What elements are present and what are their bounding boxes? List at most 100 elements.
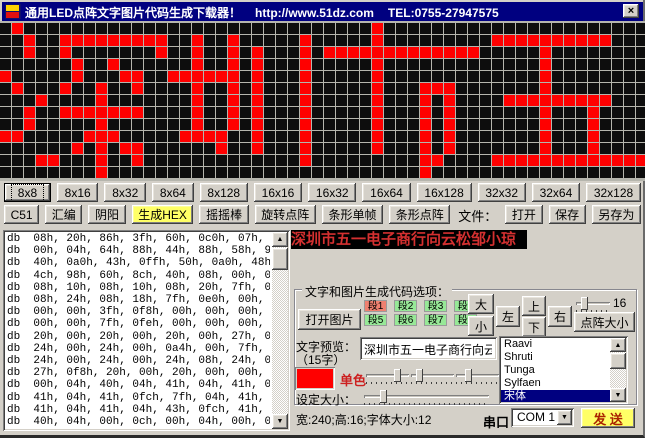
led-cell[interactable] <box>564 83 575 94</box>
led-cell[interactable] <box>444 95 455 106</box>
led-cell[interactable] <box>528 83 539 94</box>
led-cell[interactable] <box>252 83 263 94</box>
led-cell[interactable] <box>348 155 359 166</box>
led-cell[interactable] <box>276 35 287 46</box>
led-cell[interactable] <box>72 95 83 106</box>
led-cell[interactable] <box>432 119 443 130</box>
led-cell[interactable] <box>180 155 191 166</box>
led-cell[interactable] <box>312 71 323 82</box>
led-cell[interactable] <box>564 95 575 106</box>
led-cell[interactable] <box>72 23 83 34</box>
led-cell[interactable] <box>300 59 311 70</box>
led-cell[interactable] <box>48 95 59 106</box>
led-cell[interactable] <box>588 71 599 82</box>
led-cell[interactable] <box>24 167 35 178</box>
led-cell[interactable] <box>348 95 359 106</box>
led-cell[interactable] <box>468 107 479 118</box>
led-cell[interactable] <box>612 83 623 94</box>
led-cell[interactable] <box>576 47 587 58</box>
led-cell[interactable] <box>360 95 371 106</box>
led-cell[interactable] <box>240 143 251 154</box>
led-cell[interactable] <box>576 143 587 154</box>
led-cell[interactable] <box>480 155 491 166</box>
led-cell[interactable] <box>456 95 467 106</box>
led-cell[interactable] <box>156 143 167 154</box>
led-cell[interactable] <box>12 59 23 70</box>
led-cell[interactable] <box>276 71 287 82</box>
led-cell[interactable] <box>528 59 539 70</box>
led-cell[interactable] <box>72 131 83 142</box>
led-cell[interactable] <box>48 47 59 58</box>
led-cell[interactable] <box>252 95 263 106</box>
led-cell[interactable] <box>636 47 645 58</box>
led-cell[interactable] <box>180 47 191 58</box>
led-cell[interactable] <box>552 23 563 34</box>
led-cell[interactable] <box>204 119 215 130</box>
led-cell[interactable] <box>420 167 431 178</box>
led-cell[interactable] <box>444 35 455 46</box>
led-cell[interactable] <box>168 23 179 34</box>
led-cell[interactable] <box>12 167 23 178</box>
led-cell[interactable] <box>120 35 131 46</box>
led-cell[interactable] <box>12 71 23 82</box>
led-cell[interactable] <box>576 131 587 142</box>
scroll-down-icon[interactable]: ▼ <box>272 414 288 429</box>
led-cell[interactable] <box>552 83 563 94</box>
led-cell[interactable] <box>636 155 645 166</box>
file-button-打开[interactable]: 打开 <box>505 205 542 224</box>
led-cell[interactable] <box>96 107 107 118</box>
led-cell[interactable] <box>456 35 467 46</box>
led-cell[interactable] <box>180 83 191 94</box>
led-cell[interactable] <box>372 155 383 166</box>
font-list-item-Sylfaen[interactable]: Sylfaen <box>501 377 610 390</box>
led-cell[interactable] <box>96 47 107 58</box>
led-cell[interactable] <box>504 23 515 34</box>
led-cell[interactable] <box>396 71 407 82</box>
led-cell[interactable] <box>324 95 335 106</box>
led-cell[interactable] <box>600 95 611 106</box>
led-cell[interactable] <box>84 59 95 70</box>
led-cell[interactable] <box>348 119 359 130</box>
led-cell[interactable] <box>504 131 515 142</box>
led-cell[interactable] <box>216 47 227 58</box>
led-cell[interactable] <box>12 107 23 118</box>
led-cell[interactable] <box>0 167 11 178</box>
led-cell[interactable] <box>132 47 143 58</box>
led-cell[interactable] <box>540 71 551 82</box>
segment-toggle-段6[interactable]: 段6 <box>394 314 417 326</box>
led-cell[interactable] <box>444 107 455 118</box>
led-cell[interactable] <box>564 131 575 142</box>
led-cell[interactable] <box>540 23 551 34</box>
led-cell[interactable] <box>612 95 623 106</box>
led-cell[interactable] <box>276 95 287 106</box>
led-cell[interactable] <box>192 131 203 142</box>
led-cell[interactable] <box>336 59 347 70</box>
led-cell[interactable] <box>444 155 455 166</box>
led-cell[interactable] <box>144 35 155 46</box>
led-cell[interactable] <box>192 35 203 46</box>
led-cell[interactable] <box>576 23 587 34</box>
led-cell[interactable] <box>228 167 239 178</box>
led-cell[interactable] <box>252 107 263 118</box>
led-cell[interactable] <box>84 71 95 82</box>
led-cell[interactable] <box>456 143 467 154</box>
led-cell[interactable] <box>252 143 263 154</box>
file-button-保存[interactable]: 保存 <box>549 205 586 224</box>
led-cell[interactable] <box>84 83 95 94</box>
led-cell[interactable] <box>408 83 419 94</box>
led-cell[interactable] <box>240 83 251 94</box>
led-cell[interactable] <box>528 131 539 142</box>
led-cell[interactable] <box>144 143 155 154</box>
led-cell[interactable] <box>384 35 395 46</box>
led-cell[interactable] <box>540 35 551 46</box>
led-cell[interactable] <box>468 131 479 142</box>
led-cell[interactable] <box>264 167 275 178</box>
font-list-scrollbar[interactable]: ▲ ▼ <box>610 338 626 402</box>
led-cell[interactable] <box>288 95 299 106</box>
led-cell[interactable] <box>600 59 611 70</box>
led-cell[interactable] <box>144 119 155 130</box>
led-cell[interactable] <box>0 59 11 70</box>
led-cell[interactable] <box>264 71 275 82</box>
led-cell[interactable] <box>372 95 383 106</box>
led-matrix[interactable] <box>0 21 645 181</box>
